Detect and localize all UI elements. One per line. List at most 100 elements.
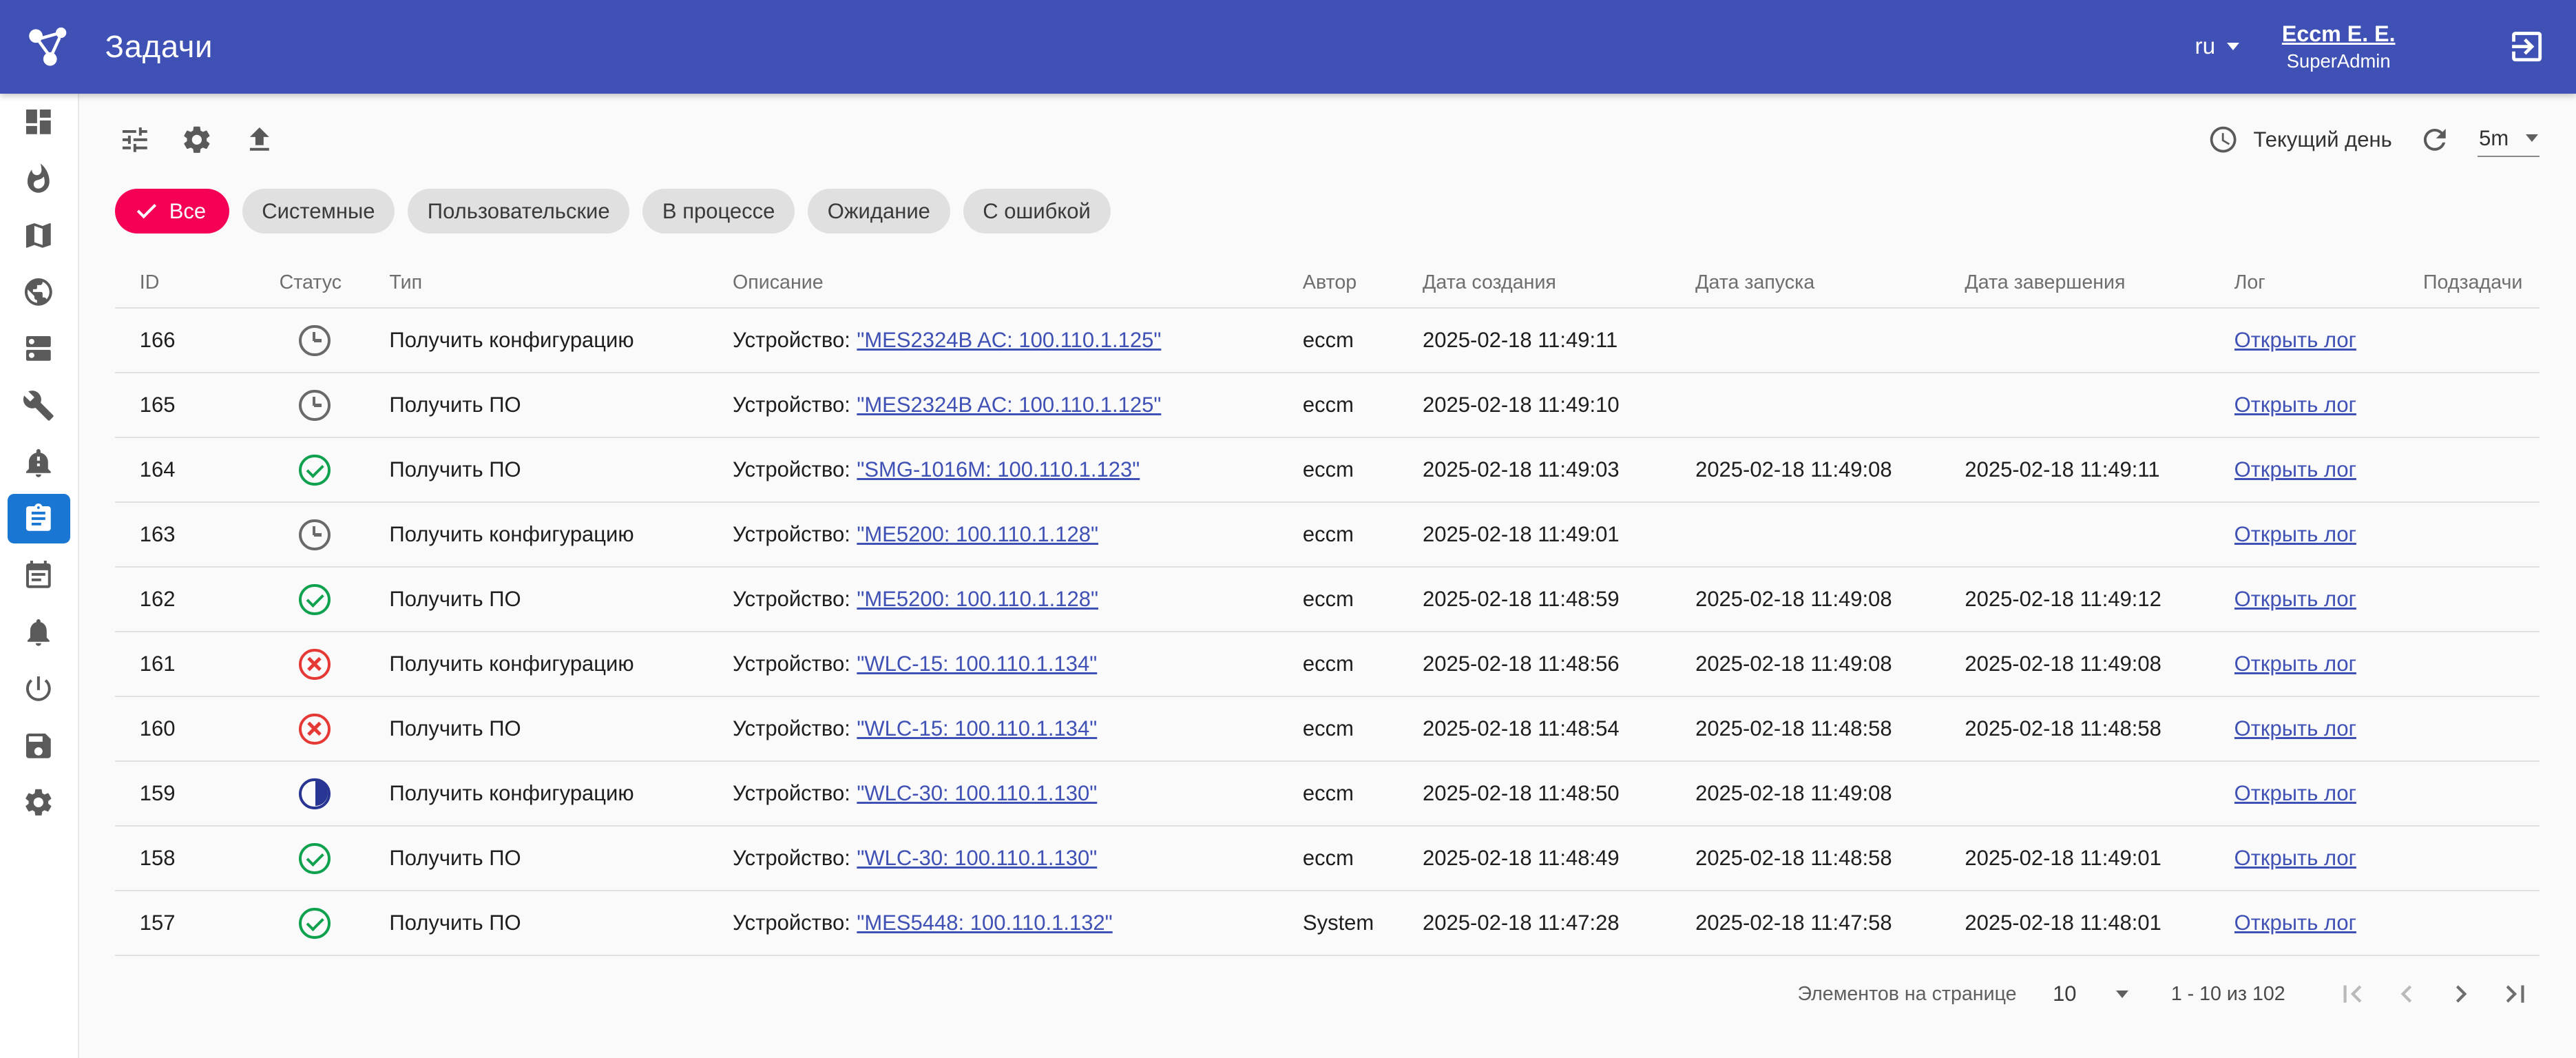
gear-icon [22, 786, 55, 819]
user-menu[interactable]: Eccm E. E. SuperAdmin [2282, 20, 2396, 74]
filter-settings-button[interactable] [115, 120, 154, 159]
cell-id: 165 [140, 393, 280, 417]
cell-status [280, 714, 390, 745]
open-log-link[interactable]: Открыть лог [2234, 393, 2356, 417]
open-log-link[interactable]: Открыть лог [2234, 457, 2356, 481]
wrench-icon [22, 389, 55, 422]
topbar-right: ru Eccm E. E. SuperAdmin [2195, 20, 2550, 74]
device-link[interactable]: "MES5448: 100.110.1.132" [857, 911, 1112, 935]
next-page-button[interactable] [2436, 970, 2486, 1019]
upload-button[interactable] [240, 120, 279, 159]
filter-chip-all[interactable]: Все [115, 189, 229, 233]
app-root: Задачи ru Eccm E. E. SuperAdmin [0, 0, 2576, 1058]
open-log-link[interactable]: Открыть лог [2234, 587, 2356, 611]
cell-status [280, 390, 390, 421]
table-settings-button[interactable] [178, 120, 217, 159]
device-link[interactable]: "MES2324B AC: 100.110.1.125" [857, 393, 1161, 417]
cell-description: Устройство: "WLC-30: 100.110.1.130" [733, 846, 1303, 871]
clock-icon [2208, 124, 2239, 155]
cell-description: Устройство:"WLC-15: 100.110.1.134" [733, 716, 1303, 741]
table-row: 160 Получить ПО Устройство:"WLC-15: 100.… [115, 697, 2540, 762]
cell-started: 2025-02-18 11:47:58 [1695, 911, 1965, 935]
table-paginator: Элементов на странице 10 1 - 10 из 102 [115, 956, 2540, 1032]
status-icon [299, 843, 330, 874]
bell-alert-icon [22, 446, 55, 479]
cell-status [280, 778, 390, 809]
device-link[interactable]: "SMG-1016M: 100.110.1.123" [857, 457, 1140, 481]
upload-icon [243, 123, 276, 156]
description-prefix: Устройство: [733, 846, 850, 870]
device-link[interactable]: "ME5200: 100.110.1.128" [857, 587, 1098, 611]
device-link[interactable]: "WLC-30: 100.110.1.130" [857, 781, 1097, 805]
last-page-icon [2498, 977, 2533, 1011]
first-page-button[interactable] [2328, 970, 2378, 1019]
user-name-link[interactable]: Eccm E. E. [2282, 20, 2396, 49]
device-link[interactable]: "ME5200: 100.110.1.128" [857, 522, 1098, 546]
filter-chip-system[interactable]: Системные [242, 189, 395, 233]
device-link[interactable]: "MES2324B AC: 100.110.1.125" [857, 328, 1161, 352]
status-icon [299, 649, 330, 680]
logout-button[interactable] [2504, 24, 2550, 70]
refresh-button[interactable] [2415, 120, 2454, 159]
cell-started: 2025-02-18 11:49:08 [1695, 652, 1965, 676]
sidebar-item-tasks[interactable] [0, 490, 78, 547]
sidebar-item-maintenance[interactable] [0, 377, 78, 433]
cell-finished: 2025-02-18 11:48:58 [1965, 716, 2234, 741]
sidebar-item-notifications[interactable] [0, 604, 78, 661]
cell-type: Получить конфигурацию [389, 522, 733, 547]
open-log-link[interactable]: Открыть лог [2234, 846, 2356, 870]
cell-author: eccm [1303, 587, 1423, 612]
tasks-table: ID Статус Тип Описание Автор Дата создан… [115, 258, 2540, 957]
status-icon [299, 908, 330, 939]
sidebar-item-map[interactable] [0, 207, 78, 264]
device-link[interactable]: "WLC-15: 100.110.1.134" [857, 716, 1097, 740]
filter-chip-in-progress[interactable]: В процессе [642, 189, 795, 233]
sidebar-item-power[interactable] [0, 661, 78, 717]
language-value: ru [2195, 34, 2216, 60]
previous-page-button[interactable] [2382, 970, 2431, 1019]
filter-chip-waiting[interactable]: Ожидание [808, 189, 950, 233]
sidebar-item-settings[interactable] [0, 774, 78, 831]
cell-status [280, 455, 390, 486]
cell-log: Открыть лог [2234, 716, 2423, 741]
description-prefix: Устройство: [733, 652, 850, 676]
sidebar-item-devices[interactable] [0, 320, 78, 377]
dashboard-icon [22, 105, 55, 138]
open-log-link[interactable]: Открыть лог [2234, 911, 2356, 935]
status-icon [299, 714, 330, 745]
cell-id: 162 [140, 587, 280, 612]
sidebar-item-backup[interactable] [0, 717, 78, 774]
cell-log: Открыть лог [2234, 393, 2423, 417]
items-per-page-select[interactable]: 10 [2053, 982, 2128, 1006]
period-filter-button[interactable]: Текущий день [2208, 124, 2392, 155]
cell-type: Получить ПО [389, 457, 733, 482]
status-icon [299, 584, 330, 615]
sidebar-item-alarms[interactable] [0, 150, 78, 207]
sidebar-item-web[interactable] [0, 264, 78, 320]
device-link[interactable]: "WLC-30: 100.110.1.130" [857, 846, 1097, 870]
cell-description: Устройство: "WLC-30: 100.110.1.130" [733, 781, 1303, 806]
filter-chip-error[interactable]: С ошибкой [963, 189, 1111, 233]
open-log-link[interactable]: Открыть лог [2234, 652, 2356, 676]
description-prefix: Устройство: [733, 587, 850, 611]
cell-started: 2025-02-18 11:49:08 [1695, 587, 1965, 612]
cell-id: 163 [140, 522, 280, 547]
description-prefix: Устройство: [733, 781, 850, 805]
device-link[interactable]: "WLC-15: 100.110.1.134" [857, 652, 1097, 676]
sidebar-item-dashboard[interactable] [0, 94, 78, 150]
sidebar-item-scheduler[interactable] [0, 547, 78, 603]
open-log-link[interactable]: Открыть лог [2234, 716, 2356, 740]
sidebar-item-alerts[interactable] [0, 434, 78, 490]
column-header-author: Автор [1303, 271, 1423, 294]
refresh-interval-select[interactable]: 5m [2478, 123, 2540, 157]
status-icon [299, 519, 330, 550]
open-log-link[interactable]: Открыть лог [2234, 522, 2356, 546]
filter-chip-user[interactable]: Пользовательские [408, 189, 629, 233]
chip-label: Ожидание [828, 199, 930, 224]
cell-finished: 2025-02-18 11:49:12 [1965, 587, 2234, 612]
open-log-link[interactable]: Открыть лог [2234, 328, 2356, 352]
language-select[interactable]: ru [2195, 34, 2239, 60]
open-log-link[interactable]: Открыть лог [2234, 781, 2356, 805]
logout-icon [2507, 27, 2546, 66]
last-page-button[interactable] [2491, 970, 2540, 1019]
